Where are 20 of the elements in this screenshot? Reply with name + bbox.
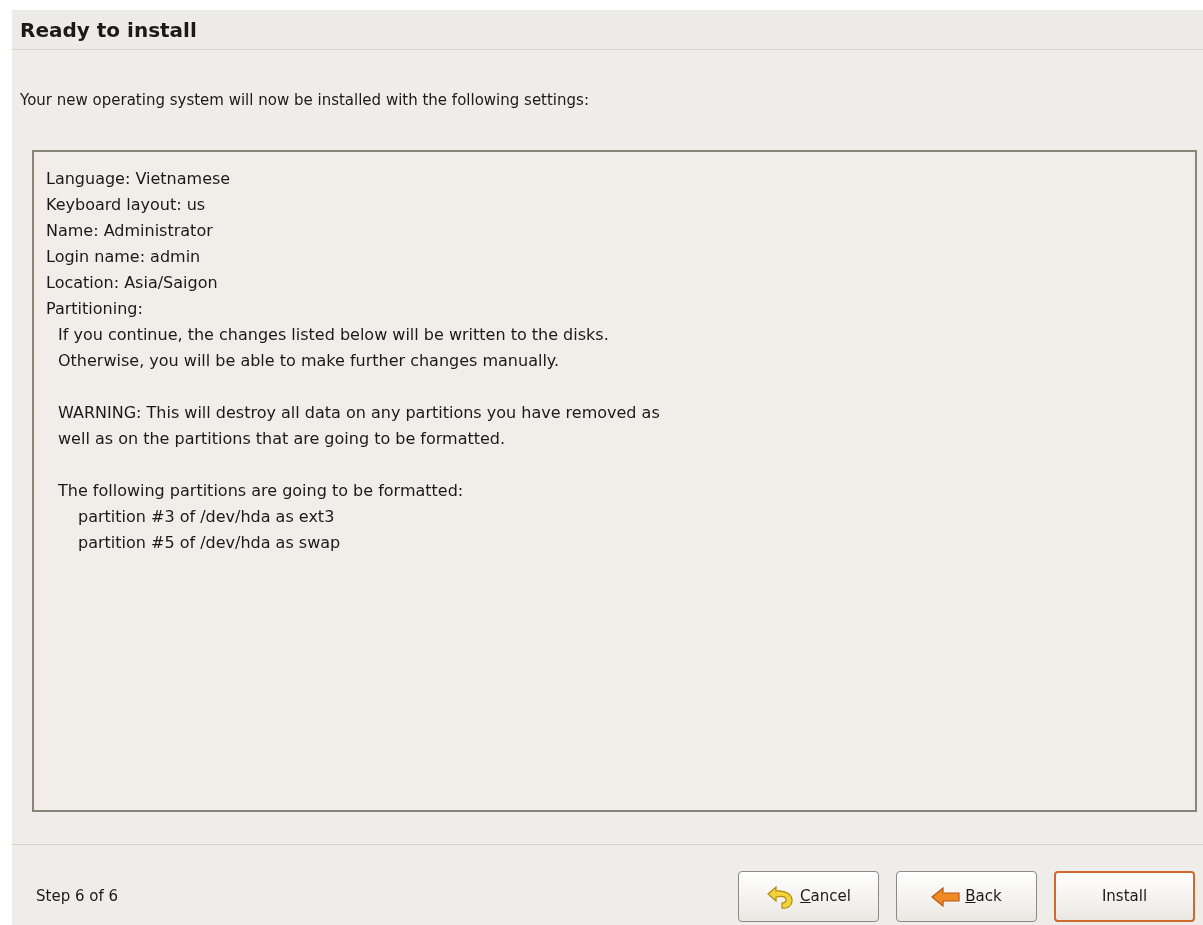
summary-line: well as on the partitions that are going to be formatted. [58,428,507,450]
summary-line: Language: Vietnamese [46,168,232,190]
summary-line: Otherwise, you will be able to make further changes manually. [58,350,561,372]
summary-line: Login name: admin [46,246,202,268]
step-indicator: Step 6 of 6 [36,886,118,908]
left-arrow-icon [931,886,962,907]
summary-line: Keyboard layout: us [46,194,207,216]
summary-line: partition #3 of /dev/hda as ext3 [77,506,336,528]
summary-line: Location: Asia/Saigon [46,272,219,294]
summary-line: WARNING: This will destroy all data on any partitions you have removed as [58,402,661,424]
back-button[interactable]: Back [896,871,1037,922]
summary-line: The following partitions are going to be formatted: [58,480,465,502]
cancel-button[interactable]: Cancel [738,871,879,922]
plain-button[interactable]: Install [1054,871,1195,922]
summary-line: If you continue, the changes listed below will be written to the disks. [58,324,610,346]
summary-line: Partitioning: [46,298,144,320]
summary-line: partition #5 of /dev/hda as swap [77,532,342,554]
page-title: Ready to install [20,16,197,44]
intro-text: Your new operating system will now be installed with the following settings: [20,91,589,109]
summary-line: Name: Administrator [46,220,214,242]
